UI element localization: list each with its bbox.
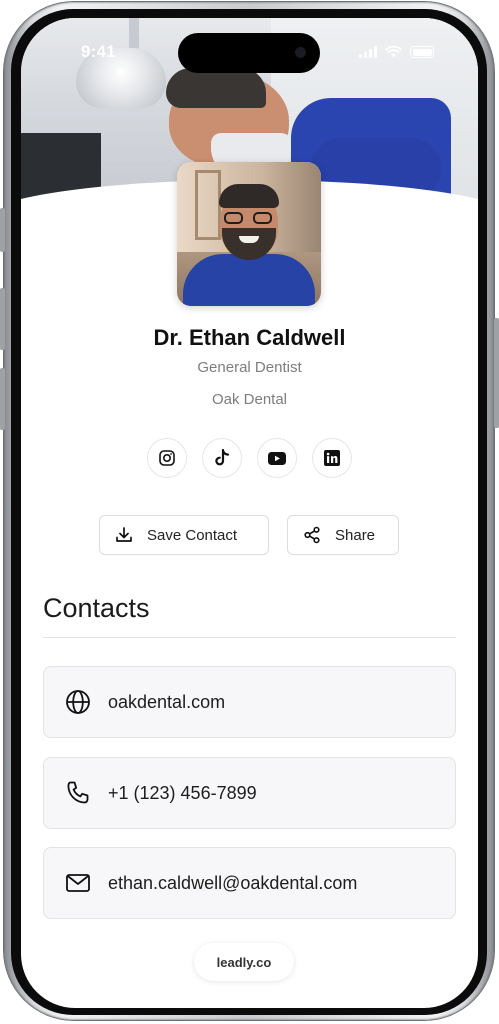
dynamic-island: [178, 33, 320, 73]
save-contact-label: Save Contact: [147, 526, 238, 544]
youtube-icon: [268, 451, 286, 465]
globe-icon: [66, 690, 90, 714]
section-divider: [43, 637, 456, 638]
status-bar: 9:41: [21, 18, 478, 74]
profile-role: General Dentist: [197, 359, 302, 376]
contacts-title: Contacts: [43, 593, 150, 623]
contact-email[interactable]: ethan.caldwell@oakdental.com: [43, 847, 456, 919]
instagram-icon: [159, 450, 175, 466]
avatar: [177, 162, 321, 306]
screen: 9:41 Dr. Ethan Caldwell General Dentist …: [21, 18, 478, 1008]
mail-icon: [66, 874, 90, 892]
linkedin-icon: [324, 450, 340, 466]
contact-website[interactable]: oakdental.com: [43, 666, 456, 738]
wifi-icon: [385, 46, 402, 58]
profile-company: Oak Dental: [211, 391, 288, 408]
contact-email-text: ethan.caldwell@oakdental.com: [108, 872, 358, 893]
signal-icon: [359, 46, 377, 58]
battery-icon: [410, 46, 434, 58]
save-contact-button[interactable]: Save Contact: [99, 515, 269, 555]
action-button: [0, 208, 5, 252]
camera-icon: [295, 47, 306, 58]
linkedin-button[interactable]: [312, 438, 352, 478]
tiktok-icon: [215, 449, 230, 466]
volume-down-button: [0, 368, 5, 430]
status-time: 9:41: [81, 42, 116, 61]
share-button[interactable]: Share: [287, 515, 399, 555]
power-button: [494, 318, 499, 428]
phone-icon: [67, 781, 89, 804]
profile-name: Dr. Ethan Caldwell: [153, 325, 346, 350]
footer-brand-link[interactable]: leadly.co: [194, 943, 294, 981]
contact-website-text: oakdental.com: [108, 691, 226, 712]
contact-phone[interactable]: +1 (123) 456-7899: [43, 757, 456, 829]
youtube-button[interactable]: [257, 438, 297, 478]
share-label: Share: [335, 526, 376, 544]
tiktok-button[interactable]: [202, 438, 242, 478]
instagram-button[interactable]: [147, 438, 187, 478]
volume-up-button: [0, 288, 5, 350]
status-icons: [359, 45, 434, 59]
contact-phone-text: +1 (123) 456-7899: [108, 782, 257, 803]
social-links: [147, 438, 352, 478]
share-icon: [304, 526, 320, 544]
download-icon: [116, 527, 132, 542]
